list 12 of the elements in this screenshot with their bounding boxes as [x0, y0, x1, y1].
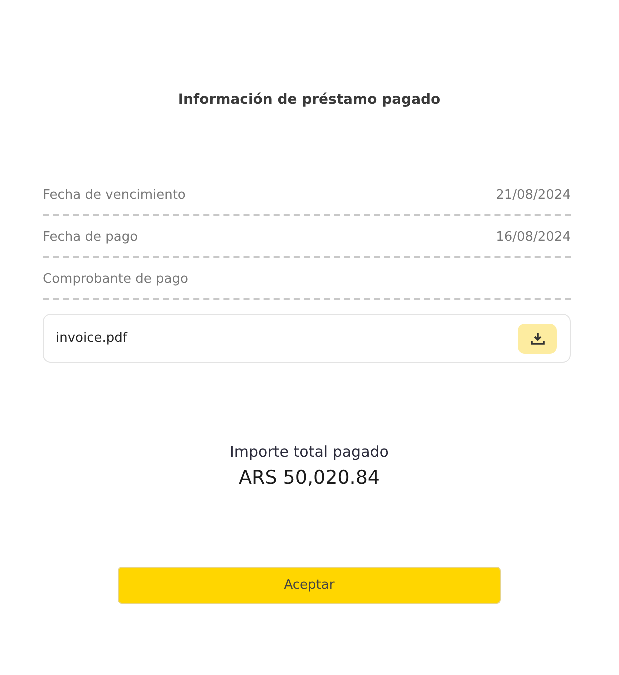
field-value: 16/08/2024: [496, 229, 571, 248]
field-value: 21/08/2024: [496, 187, 571, 206]
total-label: Importe total pagado: [230, 442, 389, 463]
total-amount: ARS 50,020.84: [239, 466, 380, 491]
field-label: Comprobante de pago: [43, 271, 188, 290]
download-button[interactable]: [518, 324, 557, 354]
download-icon: [530, 332, 544, 345]
file-name: invoice.pdf: [56, 330, 128, 348]
accept-button[interactable]: Aceptar: [118, 567, 501, 604]
dialog-title: Información de préstamo pagado: [178, 90, 441, 110]
field-label: Fecha de pago: [43, 229, 138, 248]
field-label: Fecha de vencimiento: [43, 187, 186, 206]
